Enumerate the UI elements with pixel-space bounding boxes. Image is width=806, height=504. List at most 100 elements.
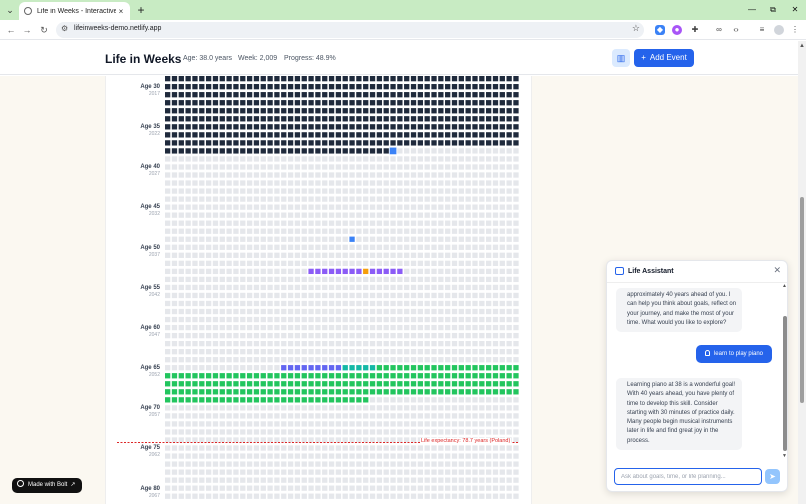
week-cell[interactable] [246, 156, 253, 162]
week-cell[interactable] [492, 373, 499, 379]
week-cell[interactable] [219, 228, 225, 234]
week-cell[interactable] [492, 188, 499, 194]
week-cell[interactable] [438, 469, 444, 475]
week-cell[interactable] [513, 156, 519, 162]
week-cell[interactable] [226, 340, 232, 347]
week-cell[interactable] [383, 405, 389, 411]
week-cell[interactable] [294, 212, 301, 218]
week-cell[interactable] [486, 220, 492, 226]
week-cell[interactable] [390, 180, 396, 186]
week-cell[interactable] [513, 389, 519, 395]
week-cell[interactable] [486, 316, 492, 323]
week-cell[interactable] [479, 100, 485, 106]
window-minimize-button[interactable]: — [742, 2, 762, 18]
week-cell[interactable] [458, 148, 464, 154]
week-cell[interactable] [404, 292, 410, 299]
week-cell[interactable] [458, 493, 464, 499]
week-cell[interactable] [274, 132, 280, 138]
week-cell[interactable] [322, 300, 328, 307]
week-cell[interactable] [404, 421, 410, 427]
week-cell[interactable] [451, 92, 458, 98]
week-cell[interactable] [281, 76, 287, 82]
week-cell[interactable] [192, 405, 198, 411]
week-cell[interactable] [246, 340, 253, 347]
week-cell[interactable] [274, 485, 280, 491]
scroll-up-icon[interactable]: ▲ [799, 43, 805, 49]
week-cell[interactable] [465, 236, 471, 242]
week-cell[interactable] [445, 365, 451, 371]
week-cell[interactable] [246, 228, 253, 234]
week-cell[interactable] [192, 100, 198, 106]
week-cell[interactable] [492, 429, 499, 435]
week-cell[interactable] [322, 437, 328, 443]
week-cell[interactable] [369, 260, 376, 266]
week-cell[interactable] [240, 156, 246, 162]
week-cell[interactable] [506, 188, 512, 194]
week-cell[interactable] [499, 108, 505, 114]
week-cell[interactable] [322, 373, 328, 379]
week-cell[interactable] [199, 349, 205, 355]
week-cell[interactable] [171, 332, 178, 339]
week-cell[interactable] [472, 132, 478, 138]
week-cell[interactable] [233, 413, 239, 419]
week-cell[interactable] [315, 140, 321, 146]
week-cell[interactable] [294, 116, 301, 122]
week-cell[interactable] [486, 284, 492, 291]
week-cell[interactable] [219, 92, 225, 98]
week-cell[interactable] [472, 340, 478, 347]
week-cell[interactable] [219, 421, 225, 427]
week-cell[interactable] [431, 429, 437, 435]
week-cell[interactable] [438, 228, 444, 234]
week-cell[interactable] [281, 300, 287, 307]
week-cell[interactable] [376, 349, 383, 355]
week-cell[interactable] [165, 308, 171, 315]
week-cell[interactable] [240, 357, 246, 363]
week-cell[interactable] [308, 493, 314, 499]
week-cell[interactable] [165, 316, 171, 323]
week-cell[interactable] [383, 292, 389, 299]
week-cell[interactable] [349, 300, 355, 307]
week-cell[interactable] [212, 268, 219, 275]
week-cell[interactable] [492, 381, 499, 387]
week-cell[interactable] [397, 220, 403, 226]
week-cell[interactable] [328, 357, 335, 363]
week-cell[interactable] [328, 421, 335, 427]
week-cell[interactable] [322, 308, 328, 315]
week-cell[interactable] [165, 276, 171, 283]
week-cell[interactable] [410, 228, 417, 234]
week-cell[interactable] [212, 324, 219, 331]
week-cell[interactable] [171, 188, 178, 194]
week-cell[interactable] [308, 389, 314, 395]
week-cell[interactable] [301, 156, 307, 162]
week-cell[interactable] [233, 180, 239, 186]
week-cell[interactable] [315, 429, 321, 435]
week-cell[interactable] [328, 196, 335, 202]
week-cell[interactable] [424, 172, 430, 178]
week-cell[interactable] [240, 92, 246, 98]
week-cell[interactable] [260, 180, 266, 186]
week-cell[interactable] [233, 108, 239, 114]
week-cell[interactable] [199, 276, 205, 283]
week-cell[interactable] [479, 84, 485, 90]
week-cell[interactable] [274, 429, 280, 435]
week-cell[interactable] [246, 252, 253, 258]
week-cell[interactable] [404, 76, 410, 82]
week-cell[interactable] [212, 469, 219, 475]
week-cell[interactable] [335, 389, 342, 395]
week-cell[interactable] [322, 188, 328, 194]
week-cell[interactable] [301, 100, 307, 106]
week-cell[interactable] [233, 268, 239, 275]
week-cell[interactable] [267, 437, 273, 443]
week-cell[interactable] [390, 156, 396, 162]
week-cell[interactable] [342, 228, 348, 234]
week-cell[interactable] [472, 276, 478, 283]
week-cell[interactable] [199, 84, 205, 90]
week-cell[interactable] [199, 252, 205, 258]
week-cell[interactable] [342, 164, 348, 170]
week-cell[interactable] [308, 469, 314, 475]
week-cell[interactable] [404, 220, 410, 226]
week-cell[interactable] [363, 284, 369, 291]
week-cell[interactable] [376, 220, 383, 226]
week-cell[interactable] [226, 252, 232, 258]
week-cell[interactable] [328, 373, 335, 379]
